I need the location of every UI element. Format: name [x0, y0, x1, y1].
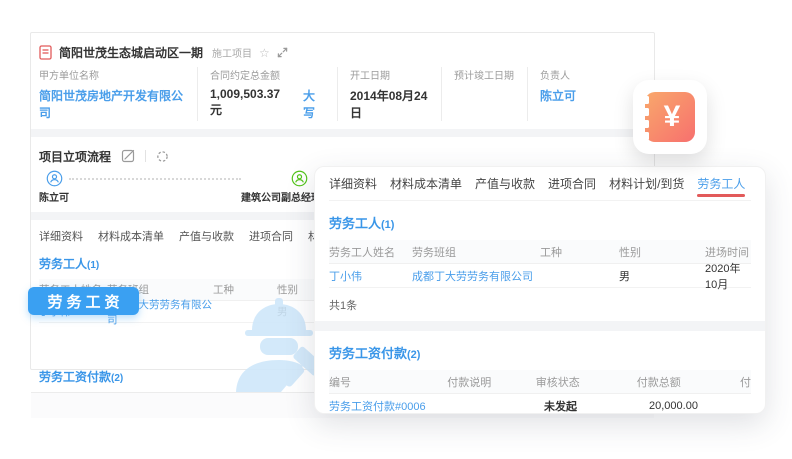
- col-gender: 性别: [619, 244, 705, 260]
- flow-node-initiator[interactable]: 陈立可: [39, 170, 69, 204]
- approval-flow-header: 项目立项流程: [39, 147, 646, 165]
- col-entry-time: 进场时间: [705, 244, 751, 260]
- col-clipped: 付: [729, 374, 751, 390]
- review-status-cell: 未发起: [544, 398, 649, 414]
- favorite-star-icon[interactable]: ☆: [259, 47, 270, 59]
- yen-icon: ¥: [660, 102, 681, 132]
- document-icon: [39, 45, 52, 60]
- tab-output-receipts[interactable]: 产值与收款: [475, 167, 535, 200]
- ledger-binding-notch: [642, 132, 649, 140]
- tab-material-cost[interactable]: 材料成本清单: [98, 228, 164, 244]
- col-trade: 工种: [540, 244, 619, 260]
- entry-time-cell: 2020年10月: [705, 260, 751, 292]
- worker-name-link[interactable]: 丁小伟: [329, 268, 412, 284]
- project-type-tag: 施工项目: [212, 45, 252, 60]
- field-label: 开工日期: [350, 67, 429, 82]
- worker-section-title: 劳务工人(1): [329, 213, 751, 232]
- approval-flow-title: 项目立项流程: [39, 148, 111, 165]
- section-divider: [315, 321, 765, 331]
- record-count: 共1条: [329, 288, 751, 321]
- wage-payment-feature-card: ¥: [633, 80, 707, 154]
- col-crew: 劳务班组: [412, 244, 540, 260]
- labor-detail-card: 详细资料 材料成本清单 产值与收款 进项合同 材料计划/到货 劳务工人 劳务工人…: [314, 166, 766, 414]
- page: 简阳世茂生态城启动区一期 施工项目 ☆ 甲方单位名称 简阳世茂房地产开发有限公司…: [0, 0, 792, 459]
- field-contract-amount: 合同约定总金额 1,009,503.37元 大写: [197, 67, 337, 121]
- manager-link[interactable]: 陈立可: [540, 87, 625, 104]
- uppercase-amount-link[interactable]: 大写: [303, 87, 325, 121]
- col-review-status: 审核状态: [536, 374, 637, 390]
- field-start-date: 开工日期 2014年08月24日: [337, 67, 441, 121]
- col-payment-note: 付款说明: [447, 374, 535, 390]
- payment-section-title: 劳务工资付款(2): [329, 343, 751, 362]
- field-manager: 负责人 陈立可: [527, 67, 637, 121]
- col-worker-name: 劳务工人姓名: [329, 244, 412, 260]
- tab-material-plan[interactable]: 材料计划/到货: [609, 167, 684, 200]
- refresh-icon[interactable]: [156, 150, 169, 163]
- expected-finish-date: [454, 87, 515, 101]
- crew-link[interactable]: 成都丁大劳劳务有限公司: [412, 268, 540, 284]
- section-divider: [31, 129, 654, 137]
- person-avatar-icon: [46, 170, 63, 187]
- start-date: 2014年08月24日: [350, 87, 429, 121]
- field-label: 合同约定总金额: [210, 67, 325, 82]
- tab-output-receipts[interactable]: 产值与收款: [179, 228, 234, 244]
- project-title: 简阳世茂生态城启动区一期: [59, 44, 203, 61]
- contract-amount: 1,009,503.37元 大写: [210, 87, 325, 121]
- payment-table-row: 劳务工资付款#0006 未发起 20,000.00: [329, 394, 751, 414]
- worker-table: 劳务工人姓名 劳务班组 工种 性别 进场时间 丁小伟 成都丁大劳劳务有限公司 男…: [329, 240, 751, 321]
- gender-cell: 男: [619, 268, 705, 284]
- col-number: 编号: [329, 374, 447, 390]
- worker-table-header: 劳务工人姓名 劳务班组 工种 性别 进场时间: [329, 240, 751, 264]
- field-label: 负责人: [540, 67, 625, 82]
- project-fields: 甲方单位名称 简阳世茂房地产开发有限公司 合同约定总金额 1,009,503.3…: [39, 67, 646, 121]
- flow-chart-icon[interactable]: [121, 149, 135, 163]
- field-owner-company: 甲方单位名称 简阳世茂房地产开发有限公司: [39, 67, 197, 121]
- flow-node-name: 陈立可: [39, 189, 69, 204]
- divider: [145, 150, 146, 162]
- tab-input-contracts[interactable]: 进项合同: [548, 167, 596, 200]
- worker-table-row: 丁小伟 成都丁大劳劳务有限公司 男 2020年10月: [329, 264, 751, 288]
- ledger-binding-notch: [642, 108, 649, 116]
- detail-tabs: 详细资料 材料成本清单 产值与收款 进项合同 材料计划/到货 劳务工人: [329, 167, 751, 201]
- payment-table: 编号 付款说明 审核状态 付款总额 付 劳务工资付款#0006 未发起 20,0…: [329, 370, 751, 414]
- field-label: 预计竣工日期: [454, 67, 515, 82]
- owner-company-link[interactable]: 简阳世茂房地产开发有限公司: [39, 87, 185, 121]
- field-label: 甲方单位名称: [39, 67, 185, 82]
- payment-number-link[interactable]: 劳务工资付款#0006: [329, 398, 452, 414]
- project-header: 简阳世茂生态城启动区一期 施工项目 ☆: [39, 33, 646, 63]
- payment-total-cell: 20,000.00: [649, 400, 745, 412]
- field-expected-finish-date: 预计竣工日期: [441, 67, 527, 121]
- flow-connector: [69, 178, 241, 180]
- ledger-binding-notch: [642, 120, 649, 128]
- tab-material-cost[interactable]: 材料成本清单: [390, 167, 462, 200]
- col-payment-total: 付款总额: [637, 374, 729, 390]
- tab-input-contracts[interactable]: 进项合同: [249, 228, 293, 244]
- wage-badge: 劳务工资: [28, 287, 139, 315]
- ledger-icon: ¥: [645, 92, 695, 142]
- payment-table-header: 编号 付款说明 审核状态 付款总额 付: [329, 370, 751, 394]
- tab-detail[interactable]: 详细资料: [329, 167, 377, 200]
- expand-icon[interactable]: [277, 47, 288, 58]
- person-avatar-icon: [291, 170, 308, 187]
- tab-detail[interactable]: 详细资料: [39, 228, 83, 244]
- tab-labor-workers-active[interactable]: 劳务工人: [697, 167, 745, 200]
- ledger-binding-notch: [642, 96, 649, 104]
